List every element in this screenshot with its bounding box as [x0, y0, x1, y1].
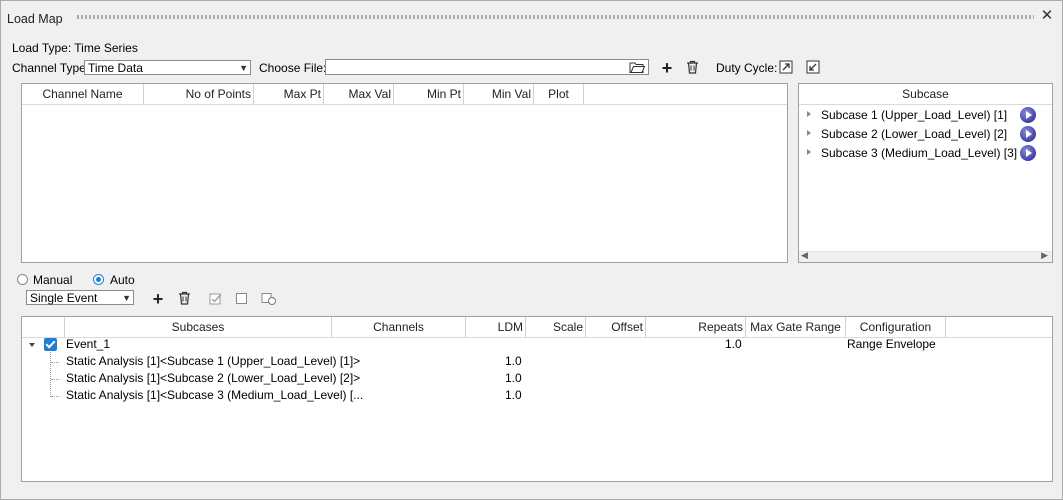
subcase-item-label: Subcase 3 (Medium_Load_Level) [3]: [821, 146, 1018, 160]
column-plot[interactable]: Plot: [534, 84, 584, 104]
column-channels[interactable]: Channels: [332, 317, 466, 337]
subcase-panel: Subcase Subcase 1 (Upper_Load_Level) [1]…: [798, 83, 1053, 263]
event-type-value: Single Event: [30, 291, 98, 305]
refresh-icon[interactable]: [261, 292, 277, 306]
expand-arrow-icon[interactable]: [807, 149, 811, 155]
column-configuration[interactable]: Configuration: [846, 317, 946, 337]
subcase-header: Subcase: [799, 84, 1052, 105]
check-all-icon[interactable]: [209, 292, 223, 306]
trash-icon[interactable]: [176, 291, 192, 307]
chevron-down-icon: ▼: [239, 63, 248, 73]
choose-file-label: Choose File:: [259, 61, 327, 75]
auto-label: Auto: [110, 273, 135, 287]
event-type-select[interactable]: Single Event ▼: [26, 290, 134, 305]
subcase-row-ldm: 1.0: [505, 388, 522, 402]
event-name[interactable]: Event_1: [66, 336, 110, 353]
event-configuration: Range Envelope: [847, 337, 936, 351]
column-offset[interactable]: Offset: [586, 317, 646, 337]
channel-table-header: Channel Name No of Points Max Pt Max Val…: [22, 84, 787, 105]
column-ldm[interactable]: LDM: [466, 317, 526, 337]
column-channel-name[interactable]: Channel Name: [22, 84, 144, 104]
tree-line: [50, 352, 51, 397]
tree-line: [51, 396, 59, 397]
subcase-row-ldm: 1.0: [505, 371, 522, 385]
trash-icon[interactable]: [684, 60, 700, 76]
close-icon[interactable]: ✕: [1040, 8, 1054, 23]
column-min-val[interactable]: Min Val: [464, 84, 534, 104]
column-max-pt[interactable]: Max Pt: [254, 84, 324, 104]
column-min-pt[interactable]: Min Pt: [394, 84, 464, 104]
event-table-header: Subcases Channels LDM Scale Offset Repea…: [22, 317, 1052, 338]
chevron-down-icon: ▼: [122, 293, 131, 303]
subcase-item[interactable]: Subcase 3 (Medium_Load_Level) [3]: [799, 144, 1049, 163]
subcase-row-ldm: 1.0: [505, 354, 522, 368]
subcase-row-label[interactable]: Static Analysis [1]<Subcase 3 (Medium_Lo…: [66, 387, 363, 404]
export-arrow-icon[interactable]: [779, 60, 793, 74]
tree-line: [51, 379, 59, 380]
column-max-val[interactable]: Max Val: [324, 84, 394, 104]
column-no-of-points[interactable]: No of Points: [144, 84, 254, 104]
manual-label: Manual: [33, 273, 73, 287]
choose-file-input[interactable]: [325, 59, 649, 75]
uncheck-all-icon[interactable]: [235, 292, 249, 306]
event-checkbox[interactable]: [44, 338, 57, 351]
scroll-left-icon[interactable]: ◀: [801, 250, 808, 261]
plus-icon[interactable]: +: [150, 290, 166, 308]
subcase-row-label[interactable]: Static Analysis [1]<Subcase 2 (Lower_Loa…: [66, 370, 360, 387]
subcase-item[interactable]: Subcase 1 (Upper_Load_Level) [1]: [799, 106, 1049, 125]
column-subcases[interactable]: Subcases: [65, 317, 332, 337]
window-title: Load Map: [7, 12, 63, 26]
subcase-row-label[interactable]: Static Analysis [1]<Subcase 1 (Upper_Loa…: [66, 353, 360, 370]
tree-line: [51, 362, 59, 363]
channel-type-select[interactable]: Time Data ▼: [84, 60, 251, 75]
play-icon[interactable]: [1020, 107, 1036, 123]
folder-open-icon[interactable]: [629, 60, 646, 77]
channel-type-label: Channel Type:: [12, 61, 90, 75]
play-icon[interactable]: [1020, 145, 1036, 161]
column-repeats[interactable]: Repeats: [646, 317, 746, 337]
plus-icon[interactable]: +: [659, 59, 675, 77]
column-expander: [22, 317, 65, 337]
event-repeats: 1.0: [725, 337, 742, 351]
subcase-item-label: Subcase 1 (Upper_Load_Level) [1]: [821, 108, 1008, 122]
auto-radio[interactable]: [93, 274, 104, 285]
scroll-right-icon[interactable]: ▶: [1041, 250, 1048, 261]
expand-arrow-icon[interactable]: [807, 130, 811, 136]
column-max-gate-range[interactable]: Max Gate Range: [746, 317, 846, 337]
duty-cycle-label: Duty Cycle:: [716, 61, 778, 75]
import-arrow-icon[interactable]: [806, 60, 820, 74]
manual-radio[interactable]: [17, 274, 28, 285]
load-type-label: Load Type: Time Series: [12, 41, 138, 55]
expand-arrow-icon[interactable]: [807, 111, 811, 117]
column-scale[interactable]: Scale: [526, 317, 586, 337]
play-icon[interactable]: [1020, 126, 1036, 142]
subcase-item-label: Subcase 2 (Lower_Load_Level) [2]: [821, 127, 1008, 141]
channel-table: Channel Name No of Points Max Pt Max Val…: [21, 83, 788, 263]
horizontal-scrollbar[interactable]: ◀ ▶: [799, 250, 1052, 262]
channel-type-value: Time Data: [88, 61, 143, 75]
event-table: Subcases Channels LDM Scale Offset Repea…: [21, 316, 1053, 482]
collapse-arrow-icon[interactable]: [29, 343, 35, 347]
subcase-item[interactable]: Subcase 2 (Lower_Load_Level) [2]: [799, 125, 1049, 144]
title-bar-grip[interactable]: [76, 15, 1034, 19]
